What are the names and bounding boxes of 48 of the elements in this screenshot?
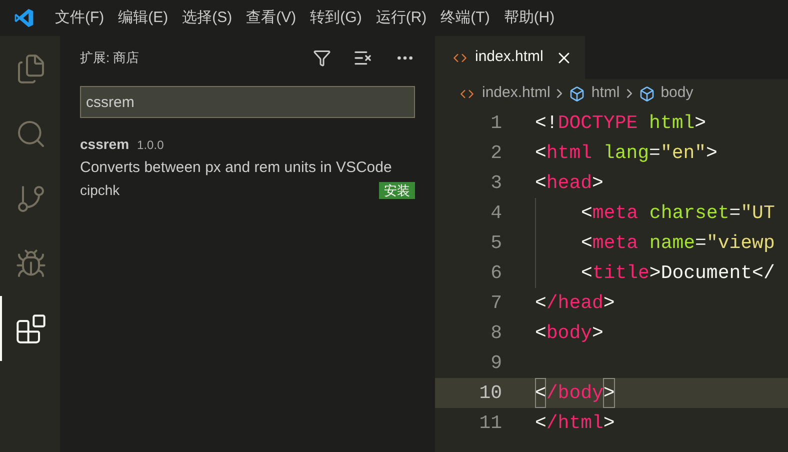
sidebar-title: 扩展: 商店: [80, 49, 140, 68]
menu-item[interactable]: 转到(G): [303, 6, 369, 30]
tab-label: index.html: [475, 47, 544, 68]
code-line: </html>: [535, 410, 615, 436]
editor-tab[interactable]: index.html: [435, 36, 585, 79]
line-number: 10: [478, 380, 502, 406]
line-number: 3: [490, 170, 502, 196]
cube-icon: [569, 86, 586, 102]
line-number: 2: [490, 140, 502, 166]
line-number: 7: [490, 290, 502, 316]
menu-item[interactable]: 终端(T): [434, 6, 497, 30]
menu-item[interactable]: 文件(F): [48, 6, 112, 30]
code-line: <meta name="viewp: [581, 230, 775, 256]
breadcrumb-item[interactable]: html: [591, 82, 620, 105]
code-line: <meta charset="UT: [581, 200, 775, 226]
install-button[interactable]: 安装: [379, 182, 415, 198]
line-number: 9: [490, 350, 502, 376]
menu-item[interactable]: 选择(S): [175, 6, 240, 30]
extensions-icon: [15, 312, 47, 344]
cube-icon: [638, 86, 655, 102]
files-icon: [15, 52, 47, 84]
code-line: </head>: [535, 290, 615, 316]
extension-item[interactable]: cssrem 1.0.0 Converts between px and rem units in VSCode cipchk 安装: [80, 134, 415, 200]
line-number: 5: [490, 230, 502, 256]
menu-item[interactable]: 运行(R): [368, 6, 434, 30]
menu-item[interactable]: 查看(V): [239, 6, 304, 30]
code-line: <html lang="en">: [535, 140, 718, 166]
editor-logo-icon: [13, 7, 35, 29]
code-line: <!DOCTYPE html>: [535, 110, 706, 136]
extension-publisher: cipchk: [80, 180, 120, 200]
extension-version: 1.0.0: [137, 137, 164, 154]
line-number: 4: [490, 200, 502, 226]
menu-item[interactable]: 编辑(E): [111, 6, 176, 30]
line-number: 6: [490, 260, 502, 286]
extension-name: cssrem: [80, 135, 130, 154]
breadcrumb-item[interactable]: body: [660, 82, 694, 105]
filter-icon[interactable]: [313, 49, 331, 67]
bug-icon: [15, 248, 47, 280]
line-number: 8: [490, 320, 502, 346]
extension-description: Converts between px and rem units in VSCode: [80, 158, 393, 178]
breadcrumb-item[interactable]: index.html: [482, 82, 550, 105]
code-line: <head>: [535, 170, 604, 196]
code-line: <body>: [535, 320, 604, 346]
search-field[interactable]: cssrem: [80, 86, 415, 118]
line-number: 11: [478, 410, 502, 436]
menu-item[interactable]: 帮助(H): [496, 6, 562, 30]
code-line: <title>Document</: [581, 260, 775, 286]
line-number: 1: [490, 110, 502, 136]
